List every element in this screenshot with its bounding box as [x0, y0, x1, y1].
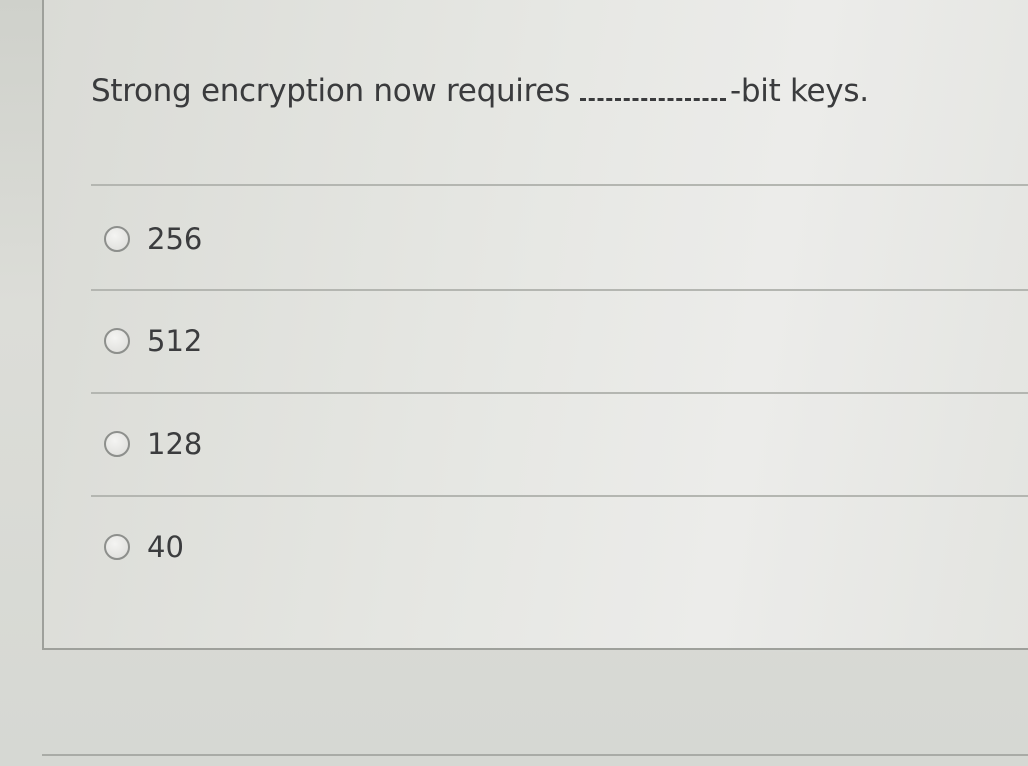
answer-option-label: 128: [147, 427, 203, 461]
radio-button[interactable]: [104, 328, 130, 354]
divider: [91, 184, 1028, 186]
answer-option-128[interactable]: 128: [104, 424, 202, 464]
next-card-edge: [42, 754, 1028, 756]
answer-option-512[interactable]: 512: [104, 321, 202, 361]
divider: [91, 495, 1028, 497]
question-suffix: -bit keys.: [730, 73, 869, 109]
answer-option-256[interactable]: 256: [104, 219, 202, 259]
question-text: Strong encryption now requires -bit keys.: [91, 72, 869, 109]
radio-button[interactable]: [104, 226, 130, 252]
answer-option-40[interactable]: 40: [104, 527, 184, 567]
fill-in-blank: [580, 72, 726, 101]
divider: [91, 289, 1028, 291]
radio-button[interactable]: [104, 431, 130, 457]
answer-option-label: 512: [147, 324, 203, 358]
radio-button[interactable]: [104, 534, 130, 560]
answer-option-label: 256: [147, 222, 203, 256]
question-card: Strong encryption now requires -bit keys.…: [42, 0, 1028, 650]
divider: [91, 392, 1028, 394]
answer-option-label: 40: [147, 530, 184, 564]
question-prefix: Strong encryption now requires: [91, 73, 570, 109]
